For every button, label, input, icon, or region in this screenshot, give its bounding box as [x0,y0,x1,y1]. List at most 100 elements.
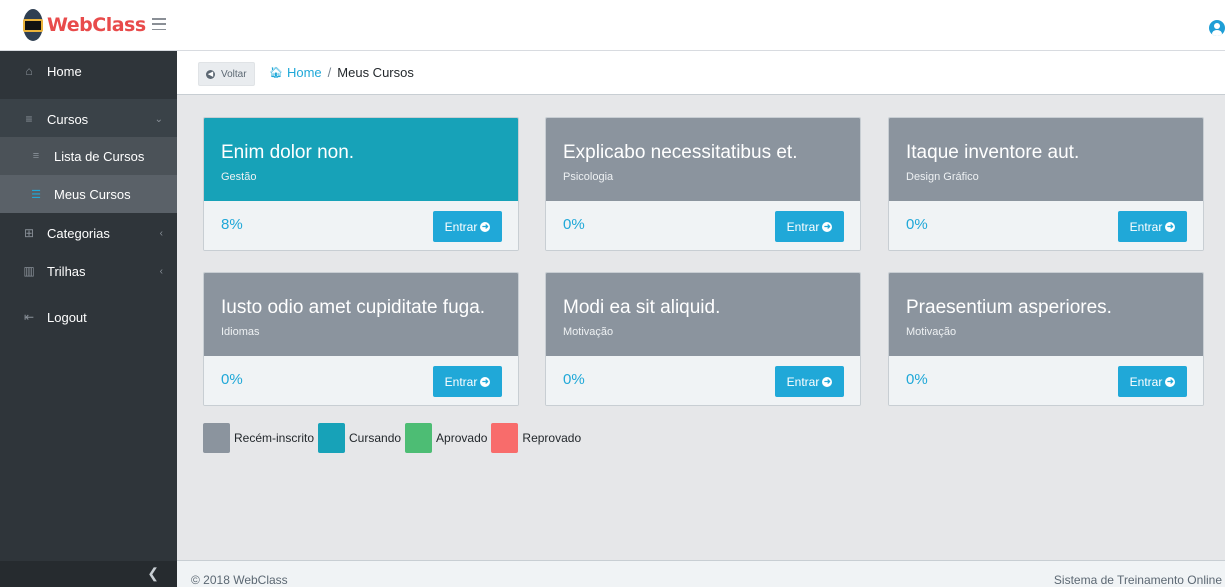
course-title: Enim dolor non. [221,142,355,163]
list-icon: ≡ [25,112,33,126]
brand-logo[interactable]: WebClass [23,9,146,41]
grid-icon: ⊞ [23,226,35,240]
course-progress: 0% [563,216,585,233]
course-card-header: Iusto odio amet cupiditate fuga. Idiomas [204,273,518,356]
home-icon: 🏠︎ [269,67,283,79]
sidebar-item-label: Trilhas [47,263,86,279]
arrow-circle-right-icon: ➜ [822,376,833,387]
breadcrumb-home-label: Home [286,65,322,80]
chevron-left-icon: ‹ [159,265,163,277]
back-button-label: Voltar [221,68,247,80]
legend-swatch-aprovado [405,423,433,453]
sidebar-item-label: Cursos [47,111,89,127]
home-icon: ⌂ [25,64,33,78]
breadcrumb-current: Meus Cursos [337,65,414,80]
course-card-header: Enim dolor non. Gestão [204,118,518,201]
chevron-left-icon: ‹ [159,227,163,239]
sidebar-item-label: Categorias [47,225,110,241]
course-category: Idiomas [221,326,260,338]
breadcrumb-home-link[interactable]: 🏠︎ Home [269,65,322,80]
sidebar-item-label: Lista de Cursos [54,148,145,164]
enter-button-label: Entrar [444,374,478,389]
course-card-footer: 0% Entrar ➜ [889,356,1203,405]
arrow-circle-right-icon: ➜ [822,221,833,232]
legend-swatch-recem-inscrito [203,423,230,453]
course-title: Modi ea sit aliquid. [563,297,721,318]
arrow-left-icon: ◀ [206,69,215,79]
course-title: Explicabo necessitatibus et. [563,142,798,163]
course-progress: 8% [221,216,243,233]
enter-button-label: Entrar [786,219,820,234]
course-card: Praesentium asperiores. Motivação 0% Ent… [888,272,1204,406]
sidebar-item-lista-de-cursos[interactable]: ≡ Lista de Cursos [0,137,177,175]
sidebar-item-trilhas[interactable]: ▥ Trilhas ‹ [0,251,177,291]
status-legend: Recém-inscrito Cursando Aprovado Reprova… [203,423,585,453]
breadcrumb: 🏠︎ Home / Meus Cursos [269,65,414,80]
legend-swatch-cursando [318,423,346,453]
sidebar-item-label: Home [47,63,82,79]
sidebar: ⌂ Home ≡ Cursos ⌄ ≡ Lista de Cursos ☰ Me… [0,51,177,587]
user-avatar-icon[interactable] [1209,20,1225,36]
course-card-footer: 0% Entrar ➜ [546,201,860,250]
enter-button-label: Entrar [1129,219,1163,234]
enter-button-label: Entrar [444,219,478,234]
enter-button-label: Entrar [1129,374,1163,389]
enter-course-button[interactable]: Entrar ➜ [775,211,844,242]
back-button[interactable]: ◀ Voltar [198,62,255,86]
legend-swatch-reprovado [491,423,519,453]
course-category: Psicologia [563,171,614,183]
course-card: Modi ea sit aliquid. Motivação 0% Entrar… [545,272,861,406]
legend-label: Cursando [349,431,402,445]
logout-icon: ⇤ [23,310,35,324]
legend-label: Aprovado [436,431,488,445]
breadcrumb-separator: / [327,65,332,80]
arrow-circle-right-icon: ➜ [1165,221,1176,232]
course-title: Praesentium asperiores. [906,297,1112,318]
list-icon: ≡ [32,150,40,162]
course-category: Motivação [906,326,957,338]
sidebar-item-home[interactable]: ⌂ Home [0,51,177,91]
arrow-circle-right-icon: ➜ [480,221,491,232]
course-card: Iusto odio amet cupiditate fuga. Idiomas… [203,272,519,406]
sidebar-item-label: Logout [47,309,87,325]
course-category: Design Gráfico [906,171,979,183]
enter-course-button[interactable]: Entrar ➜ [775,366,844,397]
enter-course-button[interactable]: Entrar ➜ [433,366,502,397]
top-navbar: WebClass [0,0,1225,51]
enter-course-button[interactable]: Entrar ➜ [1118,366,1187,397]
hamburger-menu-icon[interactable] [152,18,166,30]
course-card-footer: 0% Entrar ➜ [546,356,860,405]
course-card: Enim dolor non. Gestão 8% Entrar ➜ [203,117,519,251]
legend-label: Recém-inscrito [234,431,315,445]
sidebar-collapse-icon[interactable]: ❮ [147,565,159,582]
logo-icon [23,9,43,41]
course-card-footer: 0% Entrar ➜ [889,201,1203,250]
enter-button-label: Entrar [786,374,820,389]
columns-icon: ▥ [23,264,35,278]
sidebar-item-logout[interactable]: ⇤ Logout [0,297,177,337]
arrow-circle-right-icon: ➜ [480,376,491,387]
course-category: Gestão [221,171,257,183]
arrow-circle-right-icon: ➜ [1165,376,1176,387]
course-card-header: Itaque inventore aut. Design Gráfico [889,118,1203,201]
enter-course-button[interactable]: Entrar ➜ [433,211,502,242]
sidebar-footer: ❮ [0,561,177,587]
course-progress: 0% [221,371,243,388]
course-title: Iusto odio amet cupiditate fuga. [221,297,486,318]
footer-system-name: Sistema de Treinamento Online [1053,573,1222,587]
legend-label: Reprovado [522,431,582,445]
course-progress: 0% [906,371,928,388]
sidebar-item-meus-cursos[interactable]: ☰ Meus Cursos [0,175,177,213]
enter-course-button[interactable]: Entrar ➜ [1118,211,1187,242]
course-progress: 0% [563,371,585,388]
sidebar-item-categorias[interactable]: ⊞ Categorias ‹ [0,213,177,253]
course-title: Itaque inventore aut. [906,142,1080,163]
course-progress: 0% [906,216,928,233]
sidebar-item-cursos[interactable]: ≡ Cursos ⌄ [0,99,177,139]
course-card-footer: 0% Entrar ➜ [204,356,518,405]
breadcrumb-bar: ◀ Voltar 🏠︎ Home / Meus Cursos [177,51,1225,95]
page-footer: © 2018 WebClass Sistema de Treinamento O… [177,560,1225,587]
brand-name: WebClass [47,14,146,36]
course-card-header: Modi ea sit aliquid. Motivação [546,273,860,356]
menu-icon: ☰ [31,188,41,201]
